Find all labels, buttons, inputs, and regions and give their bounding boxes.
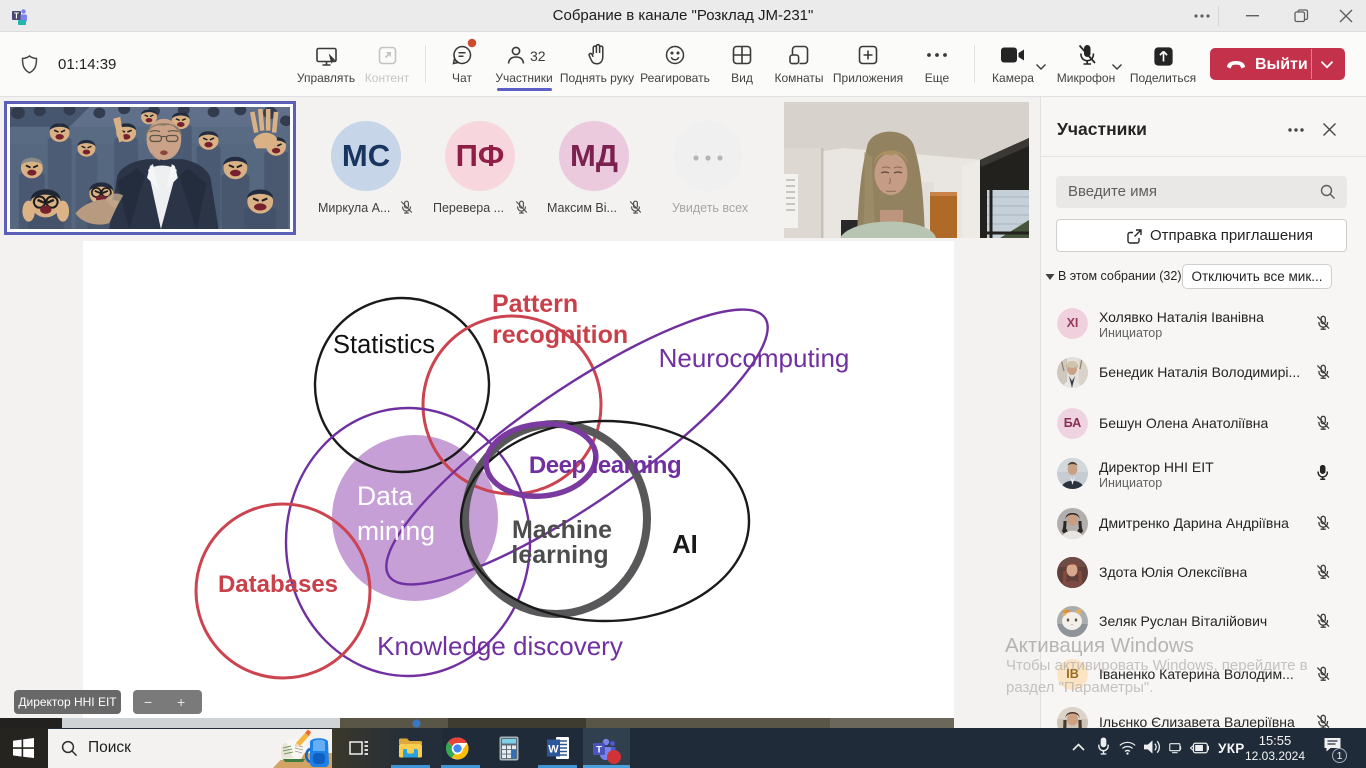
svg-text:T: T xyxy=(596,745,602,756)
svg-text:mining: mining xyxy=(357,516,435,546)
svg-text:AI: AI xyxy=(672,531,698,559)
svg-text:T: T xyxy=(14,12,19,21)
svg-text:Deep learning: Deep learning xyxy=(529,452,681,479)
svg-text:Statistics: Statistics xyxy=(333,331,435,359)
svg-text:Machine: Machine xyxy=(512,516,612,544)
svg-text:Neurocomputing: Neurocomputing xyxy=(659,343,850,373)
svg-text:Databases: Databases xyxy=(218,571,338,598)
svg-text:Data: Data xyxy=(357,481,413,511)
svg-text:Pattern: Pattern xyxy=(492,290,578,318)
svg-text:W: W xyxy=(548,744,559,756)
svg-text:learning: learning xyxy=(511,541,608,569)
svg-text:Knowledge discovery: Knowledge discovery xyxy=(377,631,623,661)
svg-text:recognition: recognition xyxy=(492,321,628,349)
